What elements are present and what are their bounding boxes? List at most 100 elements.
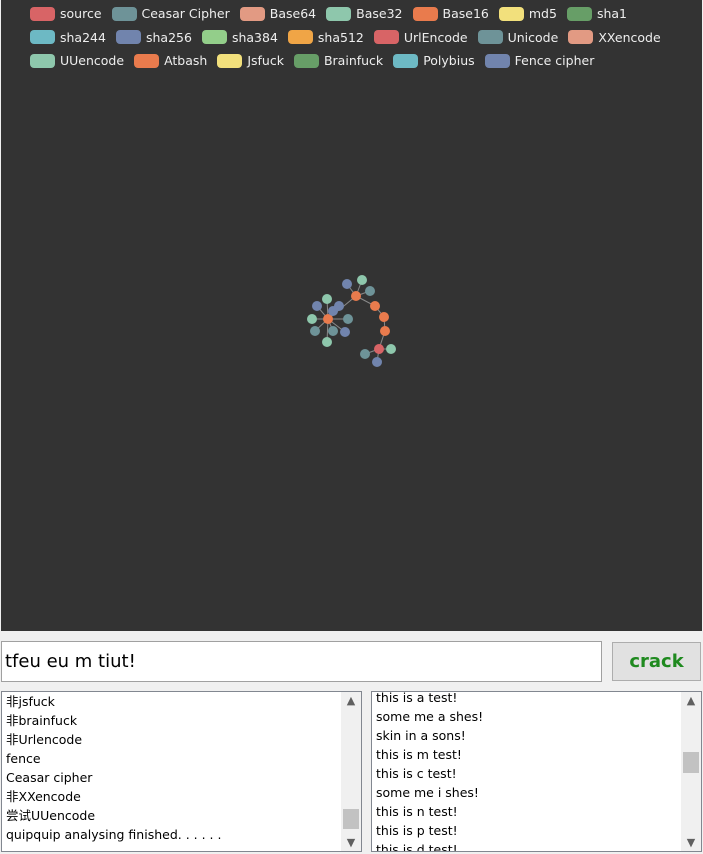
legend-swatch [412, 6, 438, 21]
legend: source Ceasar Cipher Base64 Base32 Base16 md5… [30, 4, 700, 75]
graph-panel[interactable]: source Ceasar Cipher Base64 Base32 Base16 md5… [1, 0, 702, 631]
result-line[interactable]: this is n test! [376, 802, 681, 821]
legend-swatch [477, 30, 503, 44]
legend-swatch [484, 53, 510, 68]
legend-item[interactable]: sha256 [115, 28, 192, 47]
result-lines: this is a test! some me a shes! skin in a … [376, 692, 681, 851]
legend-item[interactable]: source [30, 4, 102, 23]
legend-swatch [287, 30, 313, 44]
legend-swatch [134, 53, 160, 68]
graph-node[interactable] [343, 314, 353, 324]
legend-item[interactable]: md5 [498, 4, 557, 23]
graph-node[interactable] [374, 344, 384, 354]
legend-label: Base16 [442, 6, 489, 21]
result-line[interactable]: this is c test! [376, 764, 681, 783]
legend-item[interactable]: Atbash [134, 51, 207, 70]
legend-item[interactable]: Polybius [393, 51, 475, 70]
legend-item[interactable]: Base64 [239, 4, 317, 23]
legend-item[interactable]: UrlEncode [373, 28, 468, 47]
legend-label: Base64 [269, 6, 317, 21]
graph-node[interactable] [312, 301, 322, 311]
legend-item[interactable]: sha244 [30, 28, 106, 47]
result-line[interactable]: this is d test! [376, 840, 681, 851]
result-scrollbar[interactable]: ▲ ▼ [681, 692, 701, 851]
legend-label: Base32 [356, 6, 403, 21]
log-line[interactable]: quipquip analysing finished. . . . . . [6, 825, 341, 844]
log-line[interactable]: Ceasar cipher [6, 768, 341, 787]
legend-item[interactable]: XXencode [568, 28, 661, 47]
relationship-graph[interactable] [1, 0, 702, 631]
scroll-up-icon[interactable]: ▲ [681, 692, 701, 709]
result-line[interactable]: some me i shes! [376, 783, 681, 802]
legend-swatch [111, 6, 137, 21]
graph-node[interactable] [310, 326, 320, 336]
legend-swatch [498, 6, 524, 21]
legend-item[interactable]: Base32 [326, 4, 403, 23]
graph-node[interactable] [334, 301, 344, 311]
graph-node[interactable] [370, 301, 380, 311]
result-line[interactable]: this is m test! [376, 745, 681, 764]
cipher-input[interactable] [2, 642, 601, 681]
graph-node[interactable] [351, 291, 361, 301]
legend-item[interactable]: Unicode [477, 28, 559, 47]
legend-item[interactable]: sha384 [201, 28, 278, 47]
graph-node[interactable] [372, 357, 382, 367]
legend-item[interactable]: Brainfuck [293, 51, 384, 70]
graph-node[interactable] [357, 275, 367, 285]
log-list[interactable]: 非jsfuck 非brainfuck 非Urlencode fence Ceasar c… [1, 691, 362, 852]
legend-swatch [326, 6, 352, 21]
legend-label: Brainfuck [323, 53, 384, 68]
result-line[interactable]: some me a shes! [376, 707, 681, 726]
legend-label: Jsfuck [247, 53, 284, 68]
legend-item[interactable]: Base16 [412, 4, 489, 23]
legend-swatch [239, 6, 265, 21]
graph-node[interactable] [322, 337, 332, 347]
legend-label: Ceasar Cipher [141, 6, 230, 21]
legend-swatch [201, 30, 227, 44]
log-line[interactable]: 非Urlencode [6, 730, 341, 749]
graph-node[interactable] [360, 349, 370, 359]
result-line[interactable]: this is a test! [376, 692, 681, 707]
graph-node[interactable] [340, 327, 350, 337]
legend-label: sha256 [145, 29, 192, 45]
graph-node[interactable] [322, 294, 332, 304]
legend-label: Atbash [164, 53, 208, 68]
legend-swatch [568, 30, 594, 44]
log-scrollbar[interactable]: ▲ ▼ [341, 692, 361, 851]
graph-node[interactable] [342, 279, 352, 289]
legend-item[interactable]: Fence cipher [484, 51, 594, 70]
log-line[interactable]: 非XXencode [6, 787, 341, 806]
legend-item[interactable]: UUencode [30, 51, 124, 70]
legend-item[interactable]: sha512 [287, 28, 364, 47]
log-line[interactable]: 尝试UUencode [6, 806, 341, 825]
result-line[interactable]: skin in a sons! [376, 726, 681, 745]
legend-label: sha244 [60, 29, 106, 45]
log-line[interactable]: 非brainfuck [6, 711, 341, 730]
graph-node[interactable] [379, 312, 389, 322]
log-line[interactable]: fence [6, 749, 341, 768]
scroll-down-icon[interactable]: ▼ [341, 834, 361, 851]
log-line[interactable]: 非jsfuck [6, 692, 341, 711]
legend-item[interactable]: Ceasar Cipher [111, 4, 230, 23]
scroll-down-icon[interactable]: ▼ [681, 834, 701, 851]
graph-node[interactable] [365, 286, 375, 296]
legend-item[interactable]: sha1 [566, 4, 627, 23]
crack-button[interactable]: crack [612, 642, 701, 681]
graph-node[interactable] [386, 344, 396, 354]
legend-label: source [60, 6, 102, 21]
legend-swatch [393, 53, 419, 68]
scroll-up-icon[interactable]: ▲ [341, 692, 361, 709]
legend-label: UUencode [60, 53, 125, 68]
legend-label: XXencode [598, 29, 661, 45]
scroll-thumb[interactable] [343, 809, 359, 829]
legend-item[interactable]: Jsfuck [217, 51, 284, 70]
legend-swatch [373, 30, 399, 44]
result-list[interactable]: this is a test! some me a shes! skin in a … [371, 691, 702, 852]
cipher-input-box[interactable] [1, 641, 602, 682]
graph-node[interactable] [328, 326, 338, 336]
scroll-thumb[interactable] [683, 752, 699, 773]
legend-label: Unicode [507, 29, 559, 45]
graph-node[interactable] [307, 314, 317, 324]
result-line[interactable]: this is p test! [376, 821, 681, 840]
graph-node[interactable] [380, 326, 390, 336]
